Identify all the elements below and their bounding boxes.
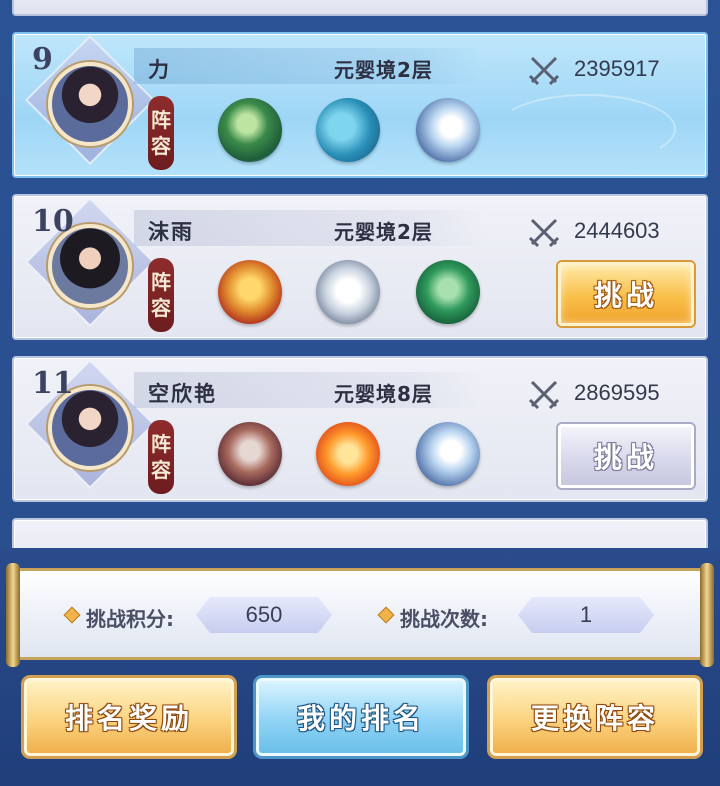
combat-power: 2395917 — [574, 56, 660, 81]
previous-card-edge — [12, 0, 708, 16]
rank-number: 10 — [32, 204, 74, 239]
whale-pet[interactable] — [316, 98, 380, 162]
combat-power: 2869595 — [574, 380, 660, 405]
my-rank-button[interactable]: 我的排名 — [256, 678, 466, 756]
rank-number: 11 — [32, 366, 74, 401]
lineup-tag-char: 容 — [151, 458, 171, 482]
challenge-button[interactable]: 挑战 — [558, 424, 694, 488]
combat-power: 2444603 — [574, 218, 660, 243]
white-dragon-pet[interactable] — [416, 98, 480, 162]
change-lineup-button[interactable]: 更换阵容 — [490, 678, 700, 756]
lineup-tag: 阵 容 — [148, 258, 174, 332]
white-tiger-pet[interactable] — [316, 260, 380, 324]
player-avatar[interactable] — [48, 62, 132, 146]
lineup-tag-char: 容 — [151, 134, 171, 158]
cultivation-realm: 元婴境2层 — [334, 58, 433, 82]
rank-card[interactable]: 11 空欣艳 元婴境8层 2869595 阵 容 挑战 — [12, 356, 708, 502]
jade-dragon-pet[interactable] — [416, 260, 480, 324]
challenge-button[interactable]: 挑战 — [558, 262, 694, 326]
lineup-tag-char: 容 — [151, 296, 171, 320]
rank-reward-button[interactable]: 排名奖励 — [24, 678, 234, 756]
green-dragon-pet[interactable] — [218, 98, 282, 162]
diamond-icon — [377, 606, 395, 624]
rank-number: 9 — [32, 42, 53, 77]
challenge-stats-panel: 挑战积分: 650 挑战次数: 1 — [6, 563, 714, 667]
lineup-tag-char: 阵 — [151, 432, 171, 456]
crossed-swords-icon — [528, 380, 560, 410]
rank-card-self[interactable]: 9 力 元婴境2层 2395917 阵 容 — [12, 32, 708, 178]
challenge-score-label: 挑战积分: — [86, 607, 174, 631]
challenge-count-label: 挑战次数: — [400, 607, 488, 631]
next-card-edge — [12, 518, 708, 548]
lineup-tag-char: 阵 — [151, 270, 171, 294]
cultivation-realm: 元婴境2层 — [334, 220, 433, 244]
player-name: 力 — [148, 58, 171, 82]
player-name: 空欣艳 — [148, 382, 217, 406]
rank-card[interactable]: 10 沫雨 元婴境2层 2444603 阵 容 挑战 — [12, 194, 708, 340]
crossed-swords-icon — [528, 218, 560, 248]
cultivation-realm: 元婴境8层 — [334, 382, 433, 406]
player-name: 沫雨 — [148, 220, 194, 244]
challenge-score-value: 650 — [196, 597, 332, 633]
cloud-decoration — [496, 94, 676, 164]
scroll-rod-left — [6, 563, 20, 667]
diamond-icon — [63, 606, 81, 624]
lineup-tag: 阵 容 — [148, 420, 174, 494]
white-dragon-pet[interactable] — [416, 422, 480, 486]
lineup-tag: 阵 容 — [148, 96, 174, 170]
bottom-panel: 挑战积分: 650 挑战次数: 1 排名奖励 我的排名 更换阵容 — [0, 548, 720, 786]
crossed-swords-icon — [528, 56, 560, 86]
golden-dragon-pet[interactable] — [218, 260, 282, 324]
scroll-rod-right — [700, 563, 714, 667]
ranking-list[interactable]: 9 力 元婴境2层 2395917 阵 容 10 沫雨 元婴境2层 244460… — [0, 0, 720, 548]
lineup-tag-char: 阵 — [151, 108, 171, 132]
phoenix-pet[interactable] — [316, 422, 380, 486]
challenge-count-value: 1 — [518, 597, 654, 633]
qilin-pet[interactable] — [218, 422, 282, 486]
